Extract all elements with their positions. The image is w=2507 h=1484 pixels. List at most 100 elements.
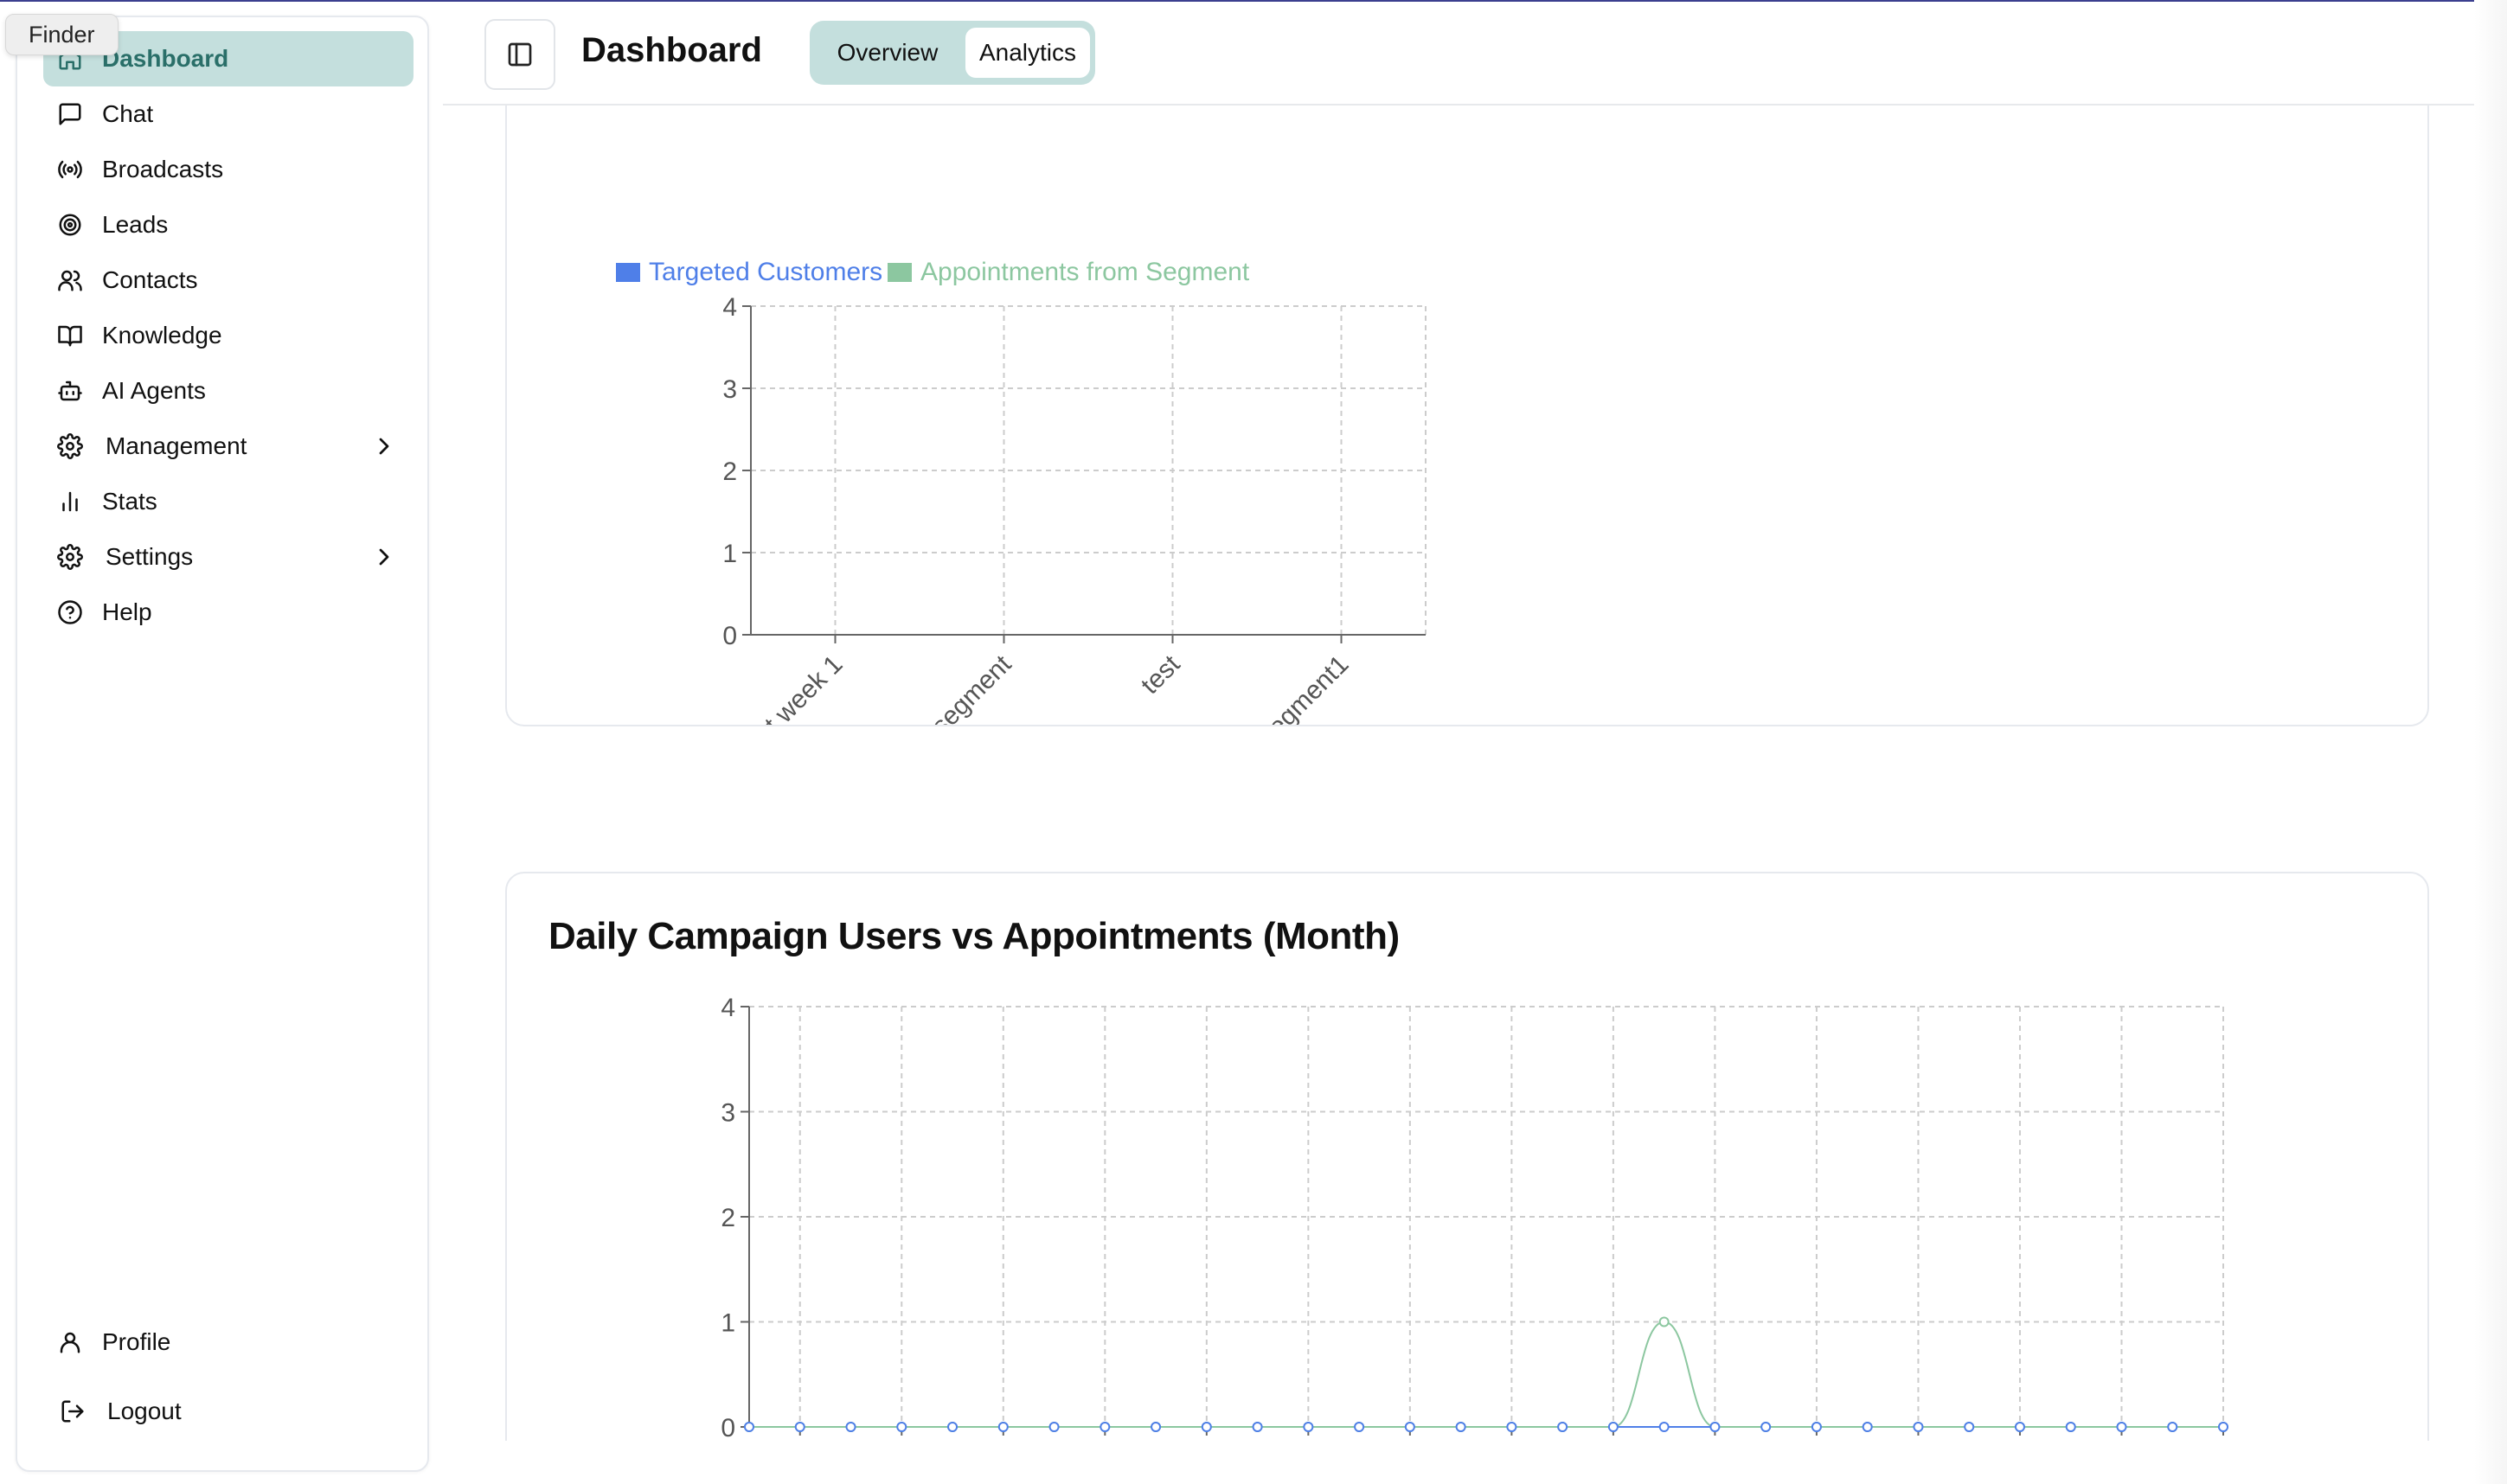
data-point (896, 1422, 907, 1432)
data-point (1658, 1422, 1670, 1432)
y-tick-label: 0 (722, 622, 737, 650)
legend-label: Appointments from Segment (920, 258, 1250, 286)
sidebar-item-management[interactable]: Management (43, 419, 414, 474)
help-circle-icon (55, 598, 85, 627)
x-tick-label: Jun 27 (2082, 1439, 2160, 1441)
y-tick-label: 4 (722, 293, 737, 322)
x-tick-label: Jun 9 (1175, 1439, 1238, 1441)
panel-left-icon (508, 42, 532, 67)
sidebar-item-chat[interactable]: Chat (43, 86, 414, 142)
chevron-right-icon[interactable] (370, 432, 398, 460)
broadcast-icon (55, 155, 85, 184)
x-tick-label: Jun 29 (2184, 1439, 2262, 1441)
window-edge (2474, 0, 2507, 1484)
data-point (1252, 1422, 1263, 1432)
finder-tooltip: Finder (5, 14, 119, 55)
tab-overview[interactable]: Overview (815, 28, 960, 78)
logout-label: Logout (107, 1398, 182, 1424)
data-point (1455, 1422, 1466, 1432)
page-title: Dashboard (581, 31, 762, 69)
y-tick-label: 2 (721, 1204, 735, 1232)
logout-icon (55, 1397, 90, 1426)
sidebar-item-knowledge[interactable]: Knowledge (43, 308, 414, 363)
sidebar-item-label: AI Agents (102, 377, 206, 404)
data-point (997, 1422, 1009, 1432)
sidebar-item-help[interactable]: Help (43, 585, 414, 640)
data-point (1709, 1422, 1721, 1432)
data-point (1964, 1422, 1975, 1432)
sidebar-item-contacts[interactable]: Contacts (43, 253, 414, 308)
sidebar-item-label: Knowledge (102, 322, 222, 349)
tab-analytics[interactable]: Analytics (965, 28, 1090, 78)
sidebar-item-label: Management (106, 432, 247, 459)
daily-campaign-chart-card: Daily Campaign Users vs Appointments (Mo… (505, 872, 2429, 1441)
x-tick-label: Jun 23 (1879, 1439, 1957, 1441)
x-tick-label: test (1136, 649, 1186, 700)
bot-icon (55, 376, 85, 406)
data-point (1354, 1422, 1365, 1432)
finder-tooltip-label: Finder (29, 21, 95, 48)
data-point (1201, 1422, 1212, 1432)
y-tick-label: 4 (721, 994, 735, 1022)
logout-button[interactable]: Logout (43, 1384, 414, 1439)
legend-swatch (616, 263, 640, 282)
data-point (1404, 1422, 1415, 1432)
profile-label: Profile (102, 1328, 171, 1355)
y-tick-label: 1 (721, 1309, 735, 1338)
sidebar-item-label: Leads (102, 211, 169, 238)
gear-icon (55, 432, 85, 461)
data-point (845, 1422, 856, 1432)
segment-chart-card: Targeted Customers Appointments from Segm… (505, 106, 2429, 726)
sidebar-toggle-button[interactable] (484, 19, 555, 90)
x-tick-label: Jun 19 (1676, 1439, 1754, 1441)
series-line-1 (748, 1321, 2223, 1428)
user-icon (55, 1327, 85, 1357)
sidebar-item-leads[interactable]: Leads (43, 197, 414, 253)
x-tick-label: Jun 11 (1270, 1439, 1346, 1441)
x-tick-label: Jun 1 (768, 1439, 831, 1441)
sidebar-item-stats[interactable]: Stats (43, 474, 414, 529)
y-tick-label: 1 (722, 540, 737, 568)
data-point (1557, 1422, 1568, 1432)
data-point (1151, 1422, 1162, 1432)
gear-icon (55, 542, 85, 572)
data-point (2014, 1422, 2025, 1432)
segment-bar-chart: Targeted Customers Appointments from Segm… (616, 258, 1427, 725)
data-point (1913, 1422, 1924, 1432)
data-point (2065, 1422, 2076, 1432)
data-point (744, 1422, 754, 1432)
data-point (2167, 1422, 2178, 1432)
profile-button[interactable]: Profile (43, 1314, 414, 1370)
x-tick-label: segment1 (1254, 650, 1354, 725)
x-tick-label: Jun 13 (1371, 1439, 1449, 1441)
bar-chart-icon (55, 487, 85, 516)
x-tick-label: Jun 3 (870, 1439, 933, 1441)
x-tick-label: Jun 15 (1472, 1439, 1550, 1441)
y-tick-label: 2 (722, 457, 737, 486)
sidebar-item-broadcasts[interactable]: Broadcasts (43, 142, 414, 197)
sidebar-item-ai-agents[interactable]: AI Agents (43, 363, 414, 419)
x-tick-label: Jun 25 (1981, 1439, 2059, 1441)
x-tick-label: Jun 17 (1574, 1439, 1652, 1441)
data-point (947, 1422, 959, 1432)
data-point (1607, 1422, 1619, 1432)
data-point (2218, 1422, 2228, 1432)
sidebar-item-label: Help (102, 598, 152, 625)
y-tick-label: 3 (721, 1099, 735, 1128)
book-icon (55, 321, 85, 350)
sidebar-item-label: Dashboard (102, 45, 229, 72)
target-icon (55, 210, 85, 240)
daily-campaign-line-chart: 0 1 2 3 4 Jun 1 Jun 3 Jun 5 Jun 7 Jun 9 Jun 11 Jun … (721, 994, 2262, 1441)
data-point (1048, 1422, 1060, 1432)
main-content[interactable]: Targeted Customers Appointments from Segm… (443, 106, 2507, 1441)
sidebar-item-label: Broadcasts (102, 156, 224, 182)
x-tick-label: report week 1 (717, 650, 849, 725)
data-point (794, 1422, 805, 1432)
data-point (1658, 1316, 1670, 1327)
sidebar-item-label: Chat (102, 100, 154, 127)
sidebar-item-settings[interactable]: Settings (43, 529, 414, 585)
x-tick-label: Jun 21 (1778, 1439, 1856, 1441)
sidebar-item-label: Contacts (102, 266, 198, 293)
legend-swatch (888, 263, 912, 282)
chevron-right-icon[interactable] (370, 543, 398, 571)
